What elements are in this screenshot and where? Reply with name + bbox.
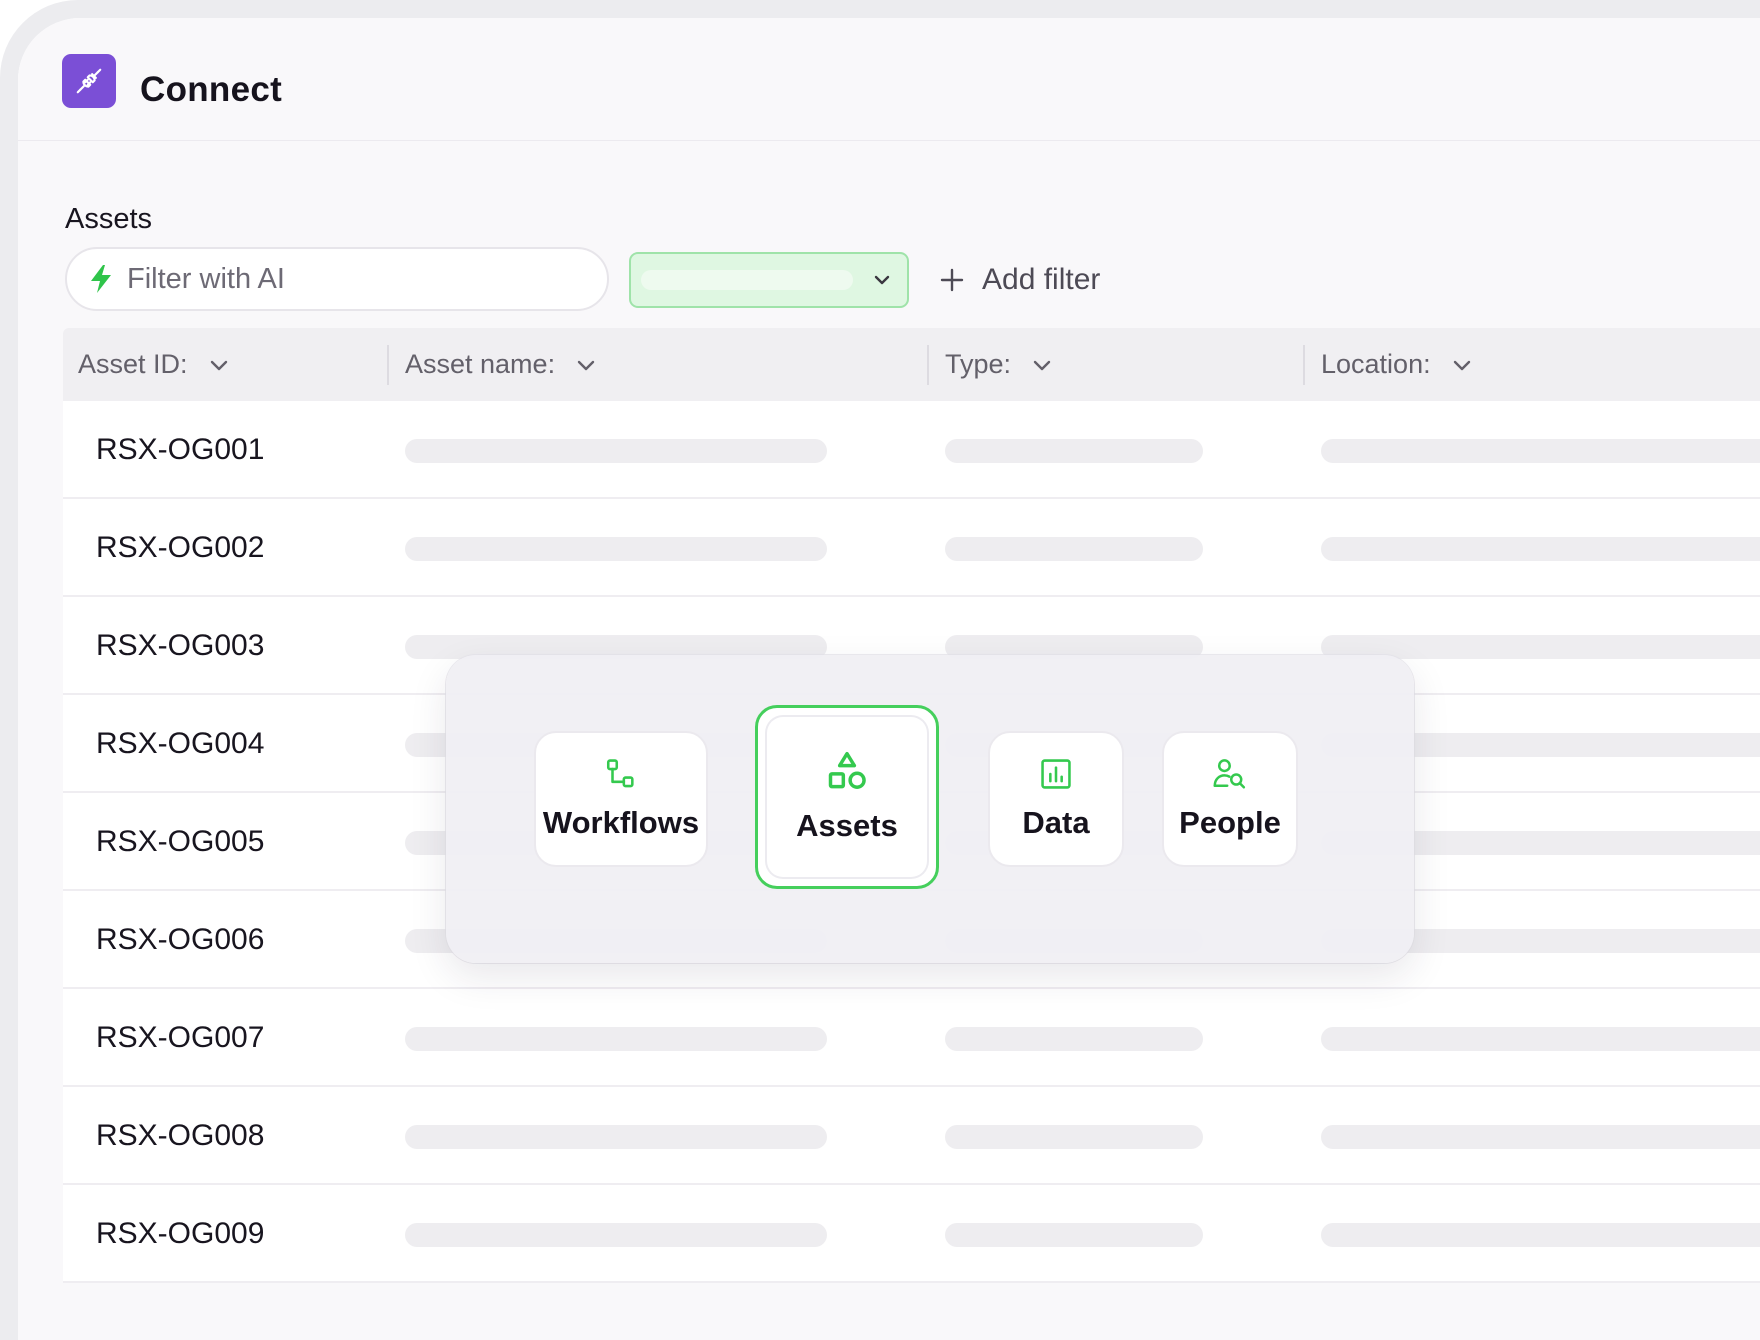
table-row[interactable]: RSX-OG001: [63, 401, 1760, 499]
type-skeleton: [945, 1125, 1203, 1149]
app-title: Connect: [140, 70, 283, 109]
chevron-down-icon: [871, 269, 893, 296]
workflow-icon: [606, 759, 634, 788]
asset-id-cell: RSX-OG002: [96, 531, 265, 564]
add-filter-button[interactable]: Add filter: [940, 252, 1100, 308]
column-header-asset-id[interactable]: Asset ID:: [78, 328, 230, 401]
type-skeleton: [945, 1027, 1203, 1051]
ai-filter-placeholder: Filter with AI: [127, 262, 285, 295]
main-content: Assets Filter with AI Add filter Asset I…: [18, 141, 1760, 1340]
app-window: Connect Assets Filter with AI Add filter…: [18, 18, 1760, 1340]
category-assets-inner: Assets: [767, 717, 927, 877]
device-frame: Connect Assets Filter with AI Add filter…: [0, 0, 1760, 1340]
table-header: Asset ID: Asset name: Type: Location:: [63, 328, 1760, 401]
category-picker-popover: Workflows Assets Data People: [446, 655, 1414, 963]
plug-icon[interactable]: [62, 54, 116, 108]
app-header: Connect: [18, 18, 1760, 141]
type-skeleton: [945, 439, 1203, 463]
asset-id-cell: RSX-OG007: [96, 1021, 265, 1054]
asset-name-skeleton: [405, 1125, 827, 1149]
asset-id-cell: RSX-OG006: [96, 923, 265, 956]
category-assets[interactable]: Assets: [755, 705, 939, 889]
asset-id-cell: RSX-OG003: [96, 629, 265, 662]
category-label: Workflows: [542, 805, 700, 840]
location-skeleton: [1321, 537, 1760, 561]
column-divider: [927, 345, 929, 385]
chevron-down-icon: [577, 360, 595, 370]
add-filter-label: Add filter: [982, 263, 1101, 296]
location-skeleton: [1321, 1027, 1760, 1051]
chevron-down-icon: [210, 360, 227, 370]
category-people[interactable]: People: [1162, 731, 1298, 867]
asset-name-skeleton: [405, 1027, 827, 1051]
select-value-placeholder: [641, 270, 853, 290]
category-data[interactable]: Data: [988, 731, 1124, 867]
asset-id-cell: RSX-OG001: [96, 433, 265, 466]
plus-icon: [940, 268, 964, 292]
category-label: Assets: [796, 808, 898, 843]
category-label: People: [1179, 805, 1281, 840]
chevron-down-icon: [1453, 360, 1470, 370]
column-label: Asset ID:: [78, 349, 188, 379]
filter-select[interactable]: [629, 252, 909, 308]
table-row[interactable]: RSX-OG007: [63, 989, 1760, 1087]
category-workflows[interactable]: Workflows: [534, 731, 708, 867]
location-skeleton: [1321, 1223, 1760, 1247]
type-skeleton: [945, 1223, 1203, 1247]
asset-id-cell: RSX-OG009: [96, 1217, 265, 1250]
table-row[interactable]: RSX-OG009: [63, 1185, 1760, 1283]
ai-filter-input[interactable]: Filter with AI: [65, 247, 609, 311]
column-divider: [1303, 345, 1305, 385]
asset-name-skeleton: [405, 537, 827, 561]
column-label: Location:: [1321, 349, 1431, 379]
column-header-asset-name[interactable]: Asset name:: [405, 328, 597, 401]
column-label: Asset name:: [405, 349, 556, 379]
location-skeleton: [1321, 1125, 1760, 1149]
person-search-icon: [1213, 759, 1246, 789]
asset-id-cell: RSX-OG004: [96, 727, 265, 760]
chevron-down-icon: [1033, 360, 1051, 370]
shapes-icon: [828, 751, 866, 789]
page-title: Assets: [65, 203, 153, 235]
asset-id-cell: RSX-OG005: [96, 825, 265, 858]
table-row[interactable]: RSX-OG008: [63, 1087, 1760, 1185]
asset-id-cell: RSX-OG008: [96, 1119, 265, 1152]
bar-chart-icon: [1041, 759, 1071, 789]
asset-name-skeleton: [405, 439, 827, 463]
column-divider: [387, 345, 389, 385]
type-skeleton: [945, 537, 1203, 561]
location-skeleton: [1321, 439, 1760, 463]
asset-name-skeleton: [405, 1223, 827, 1247]
lightning-bolt-icon: [89, 264, 113, 294]
column-label: Type:: [945, 349, 1012, 379]
table-row[interactable]: RSX-OG002: [63, 499, 1760, 597]
column-header-type[interactable]: Type:: [945, 328, 1053, 401]
category-label: Data: [1022, 805, 1090, 840]
column-header-location[interactable]: Location:: [1321, 328, 1473, 401]
